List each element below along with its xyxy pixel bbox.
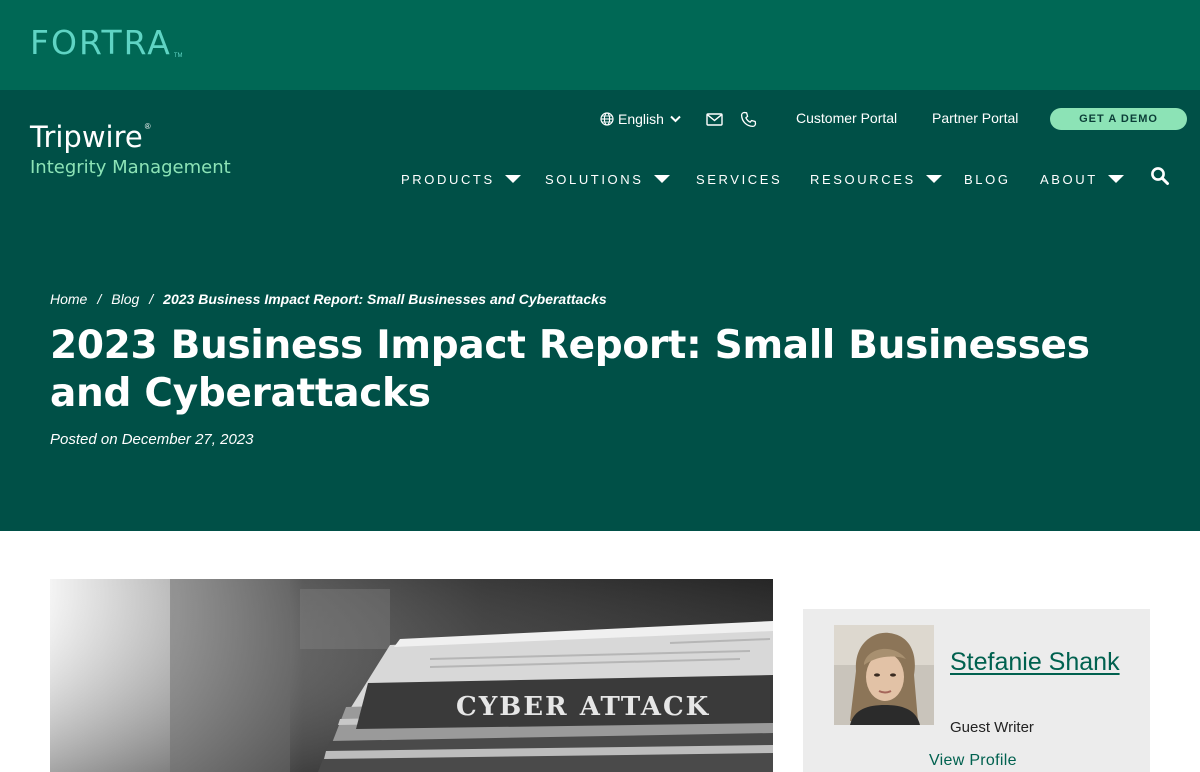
breadcrumb-separator: / (97, 291, 102, 307)
breadcrumb-separator: / (149, 291, 154, 307)
site-logo-name: Tripwire (30, 120, 143, 154)
image-headline: CYBER ATTACK (456, 692, 710, 722)
author-name-link[interactable]: Stefanie Shank (950, 647, 1130, 678)
breadcrumb-current: 2023 Business Impact Report: Small Busin… (163, 291, 607, 307)
nav-resources-label: RESOURCES (810, 171, 916, 187)
author-role: Guest Writer (950, 719, 1034, 736)
globe-icon (600, 112, 614, 126)
nav-products-label: PRODUCTS (401, 171, 495, 187)
site-header: Tripwire ® Integrity Management English (0, 90, 1200, 531)
nav-solutions-label: SOLUTIONS (545, 171, 644, 187)
partner-portal-link[interactable]: Partner Portal (932, 110, 1018, 126)
phone-icon[interactable] (738, 109, 758, 129)
search-icon[interactable] (1150, 166, 1170, 186)
utility-bar: English Customer Portal Partner Portal G… (600, 108, 1187, 130)
chevron-down-icon (670, 115, 681, 123)
posted-date: Posted on December 27, 2023 (50, 431, 254, 448)
caret-down-icon (504, 175, 521, 183)
nav-blog[interactable]: BLOG (964, 168, 1011, 190)
nav-services[interactable]: SERVICES (696, 168, 782, 190)
author-avatar (834, 625, 934, 725)
fortra-bar: FORTRA TM (0, 0, 1200, 90)
caret-down-icon (653, 175, 670, 183)
language-label: English (618, 111, 664, 127)
fortra-logo-tm: TM (173, 53, 183, 59)
caret-down-icon (1107, 175, 1124, 183)
nav-services-label: SERVICES (696, 171, 783, 187)
customer-portal-link[interactable]: Customer Portal (796, 110, 897, 126)
nav-blog-label: BLOG (964, 171, 1011, 187)
caret-down-icon (925, 175, 942, 183)
author-card: Stefanie Shank Guest Writer View Profile (803, 609, 1150, 772)
nav-products[interactable]: PRODUCTS (401, 168, 521, 190)
featured-image: CYBER ATTACK (50, 579, 773, 772)
nav-resources[interactable]: RESOURCES (810, 168, 942, 190)
page-title: 2023 Business Impact Report: Small Busin… (50, 323, 1090, 416)
language-selector[interactable]: English (600, 111, 685, 127)
breadcrumb-blog[interactable]: Blog (111, 291, 139, 307)
nav-about-label: ABOUT (1040, 171, 1098, 187)
mail-icon[interactable] (704, 109, 724, 129)
fortra-logo[interactable]: FORTRA TM (30, 26, 182, 60)
breadcrumb: Home / Blog / 2023 Business Impact Repor… (50, 291, 607, 307)
site-logo-registered: ® (144, 122, 151, 131)
view-profile-link[interactable]: View Profile (929, 752, 1017, 770)
main-nav: PRODUCTS SOLUTIONS SERVICES RESOURCES BL… (0, 168, 1200, 190)
breadcrumb-home[interactable]: Home (50, 291, 87, 307)
nav-about[interactable]: ABOUT (1040, 168, 1124, 190)
fortra-logo-text: FORTRA (30, 23, 172, 62)
get-a-demo-button[interactable]: GET A DEMO (1050, 108, 1187, 130)
nav-solutions[interactable]: SOLUTIONS (545, 168, 670, 190)
